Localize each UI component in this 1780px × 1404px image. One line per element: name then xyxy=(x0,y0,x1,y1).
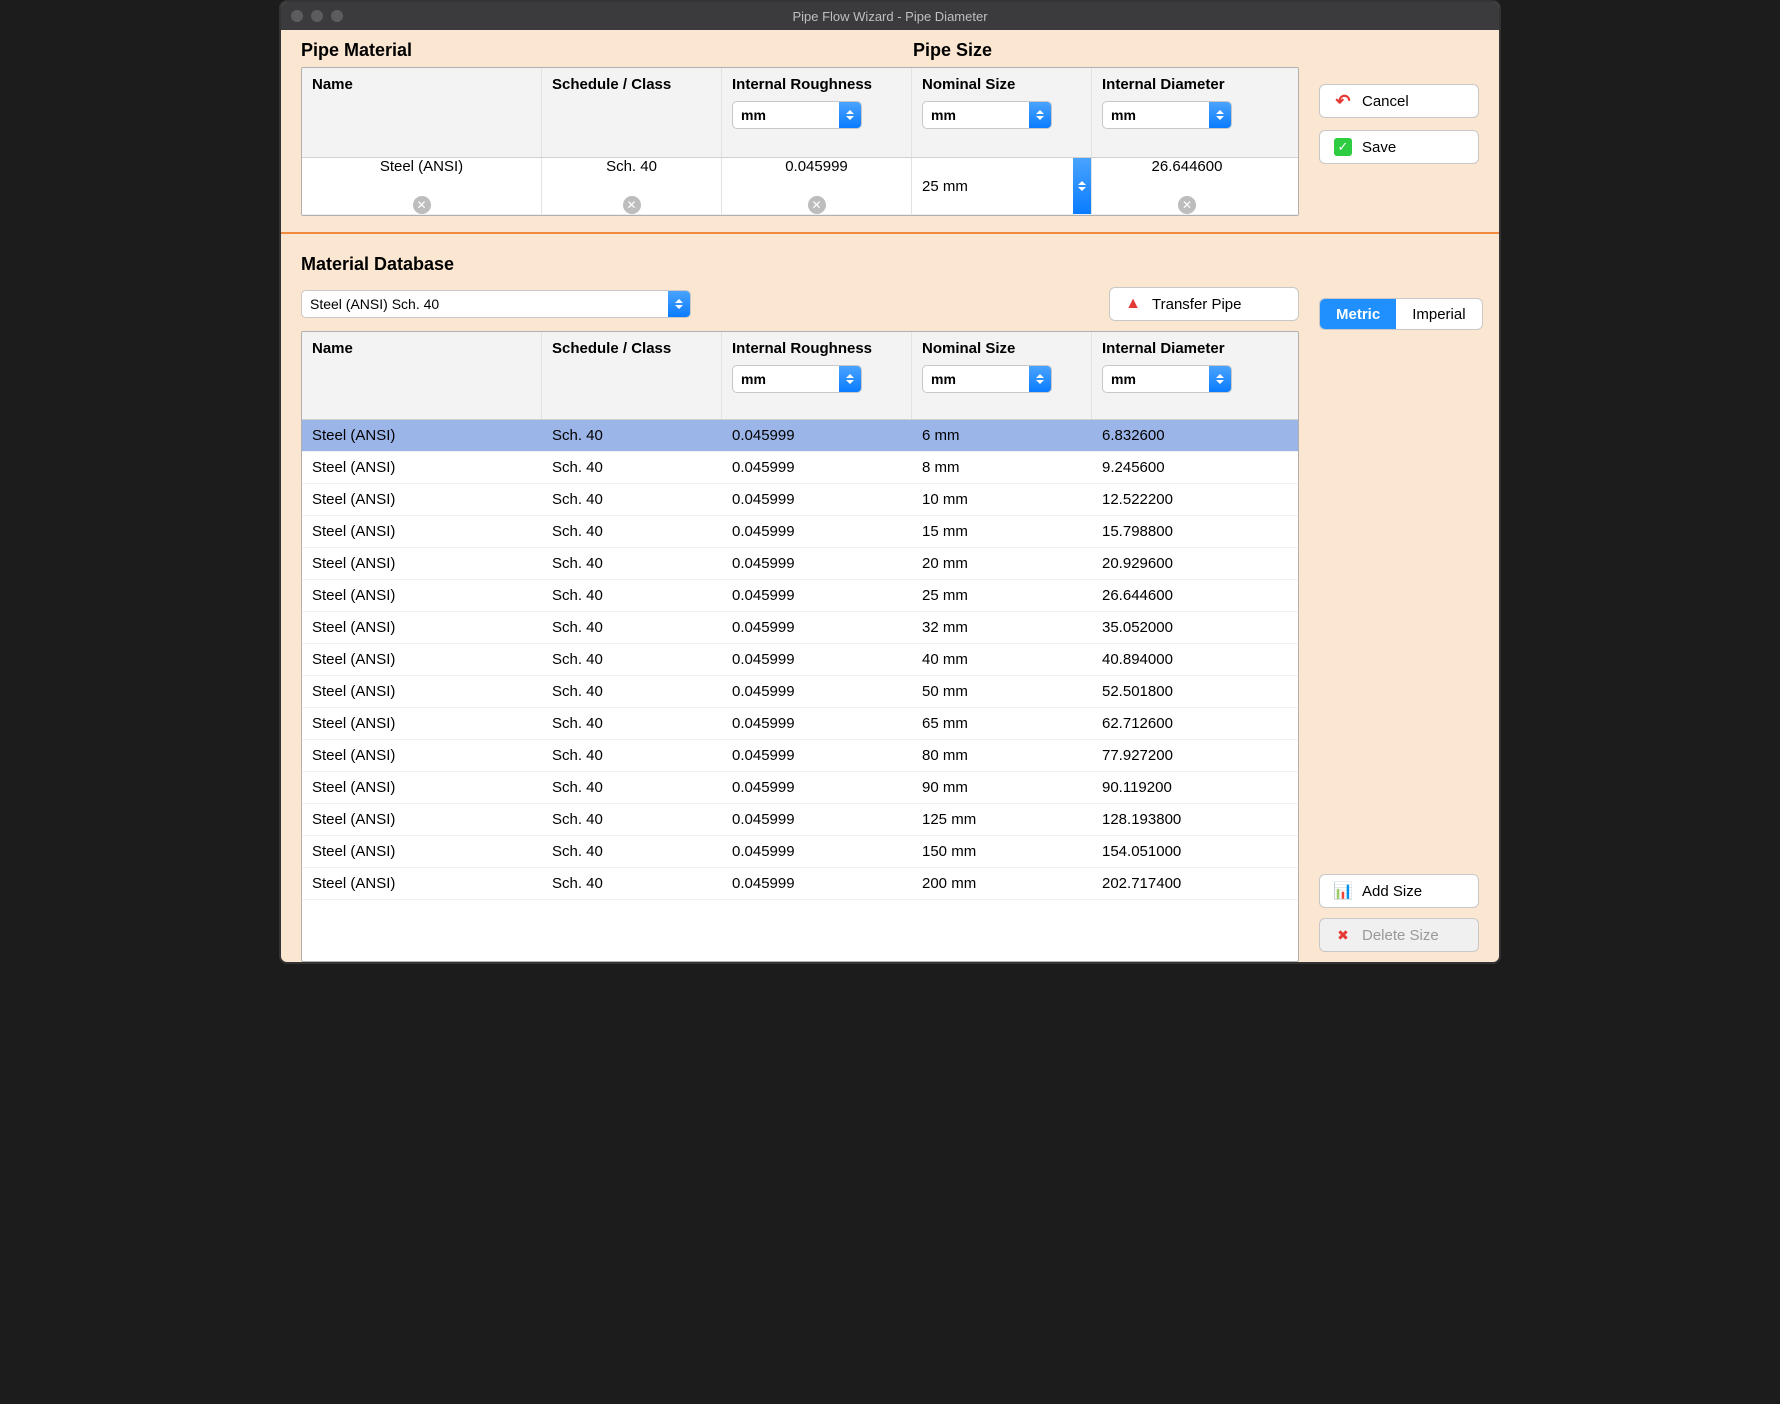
db-col-diameter: Internal Diameter xyxy=(1102,340,1272,357)
table-row[interactable]: Steel (ANSI)Sch. 400.04599940 mm40.89400… xyxy=(302,644,1298,676)
name-input[interactable]: Steel (ANSI)✕ xyxy=(302,158,542,214)
clear-icon[interactable]: ✕ xyxy=(1178,196,1196,214)
schedule-input[interactable]: Sch. 40✕ xyxy=(542,158,722,214)
table-row[interactable]: Steel (ANSI)Sch. 400.0459998 mm9.245600 xyxy=(302,452,1298,484)
database-rows[interactable]: Steel (ANSI)Sch. 400.0459996 mm6.832600S… xyxy=(302,420,1298,900)
arrow-up-icon: ▲ xyxy=(1124,295,1142,313)
table-row[interactable]: Steel (ANSI)Sch. 400.045999200 mm202.717… xyxy=(302,868,1298,900)
imperial-tab[interactable]: Imperial xyxy=(1396,299,1481,329)
material-select[interactable]: Steel (ANSI) Sch. 40 xyxy=(301,290,691,318)
cancel-button[interactable]: ↶Cancel xyxy=(1319,84,1479,118)
clear-icon[interactable]: ✕ xyxy=(808,196,826,214)
table-row[interactable]: Steel (ANSI)Sch. 400.04599910 mm12.52220… xyxy=(302,484,1298,516)
table-row[interactable]: Steel (ANSI)Sch. 400.045999125 mm128.193… xyxy=(302,804,1298,836)
chevron-updown-icon xyxy=(1209,102,1231,128)
table-row[interactable]: Steel (ANSI)Sch. 400.04599950 mm52.50180… xyxy=(302,676,1298,708)
database-table: Name Schedule / Class Internal Roughness… xyxy=(301,331,1299,962)
clear-icon[interactable]: ✕ xyxy=(623,196,641,214)
col-schedule: Schedule / Class xyxy=(552,76,711,93)
pipe-material-heading: Pipe Material xyxy=(301,40,913,61)
chevron-updown-icon xyxy=(1029,102,1051,128)
db-col-nominal: Nominal Size xyxy=(922,340,1081,357)
chevron-updown-icon xyxy=(1073,158,1091,214)
delete-size-button[interactable]: ✖Delete Size xyxy=(1319,918,1479,952)
db-col-name: Name xyxy=(312,340,531,357)
app-window: Pipe Flow Wizard - Pipe Diameter Pipe Ma… xyxy=(279,0,1501,964)
table-row[interactable]: Steel (ANSI)Sch. 400.04599990 mm90.11920… xyxy=(302,772,1298,804)
col-name: Name xyxy=(312,76,531,93)
delete-icon: ✖ xyxy=(1334,926,1352,944)
nominal-select[interactable]: 25 mm xyxy=(912,158,1091,214)
add-size-button[interactable]: 📊Add Size xyxy=(1319,874,1479,908)
undo-icon: ↶ xyxy=(1334,92,1352,110)
col-diameter: Internal Diameter xyxy=(1102,76,1272,93)
pipe-edit-table: Name Schedule / Class Internal Roughness… xyxy=(301,67,1299,216)
unit-system-toggle[interactable]: Metric Imperial xyxy=(1319,298,1483,330)
diameter-input[interactable]: 26.644600✕ xyxy=(1092,158,1282,214)
check-icon: ✓ xyxy=(1334,138,1352,156)
table-row[interactable]: Steel (ANSI)Sch. 400.0459996 mm6.832600 xyxy=(302,420,1298,452)
chevron-updown-icon xyxy=(1209,366,1231,392)
table-row[interactable]: Steel (ANSI)Sch. 400.04599925 mm26.64460… xyxy=(302,580,1298,612)
transfer-pipe-button[interactable]: ▲Transfer Pipe xyxy=(1109,287,1299,321)
metric-tab[interactable]: Metric xyxy=(1320,299,1396,329)
chevron-updown-icon xyxy=(839,102,861,128)
db-roughness-unit-select[interactable]: mm xyxy=(732,365,862,393)
roughness-input[interactable]: 0.045999✕ xyxy=(722,158,912,214)
zoom-icon[interactable] xyxy=(331,10,343,22)
db-diameter-unit-select[interactable]: mm xyxy=(1102,365,1232,393)
close-icon[interactable] xyxy=(291,10,303,22)
col-roughness: Internal Roughness xyxy=(732,76,901,93)
col-nominal: Nominal Size xyxy=(922,76,1081,93)
diameter-unit-select[interactable]: mm xyxy=(1102,101,1232,129)
save-button[interactable]: ✓Save xyxy=(1319,130,1479,164)
roughness-unit-select[interactable]: mm xyxy=(732,101,862,129)
table-row[interactable]: Steel (ANSI)Sch. 400.04599965 mm62.71260… xyxy=(302,708,1298,740)
window-controls xyxy=(291,10,343,22)
material-database-heading: Material Database xyxy=(301,254,1299,275)
window-title: Pipe Flow Wizard - Pipe Diameter xyxy=(792,9,987,24)
db-col-schedule: Schedule / Class xyxy=(552,340,711,357)
chevron-updown-icon xyxy=(1029,366,1051,392)
chevron-updown-icon xyxy=(668,291,690,317)
table-row[interactable]: Steel (ANSI)Sch. 400.04599932 mm35.05200… xyxy=(302,612,1298,644)
db-nominal-unit-select[interactable]: mm xyxy=(922,365,1052,393)
table-row[interactable]: Steel (ANSI)Sch. 400.04599915 mm15.79880… xyxy=(302,516,1298,548)
titlebar: Pipe Flow Wizard - Pipe Diameter xyxy=(281,2,1499,30)
pipe-size-heading: Pipe Size xyxy=(913,40,992,61)
add-icon: 📊 xyxy=(1334,882,1352,900)
section-divider xyxy=(281,232,1499,234)
chevron-updown-icon xyxy=(839,366,861,392)
table-row[interactable]: Steel (ANSI)Sch. 400.045999150 mm154.051… xyxy=(302,836,1298,868)
table-row[interactable]: Steel (ANSI)Sch. 400.04599980 mm77.92720… xyxy=(302,740,1298,772)
db-col-roughness: Internal Roughness xyxy=(732,340,901,357)
nominal-unit-select[interactable]: mm xyxy=(922,101,1052,129)
clear-icon[interactable]: ✕ xyxy=(413,196,431,214)
table-row[interactable]: Steel (ANSI)Sch. 400.04599920 mm20.92960… xyxy=(302,548,1298,580)
minimize-icon[interactable] xyxy=(311,10,323,22)
